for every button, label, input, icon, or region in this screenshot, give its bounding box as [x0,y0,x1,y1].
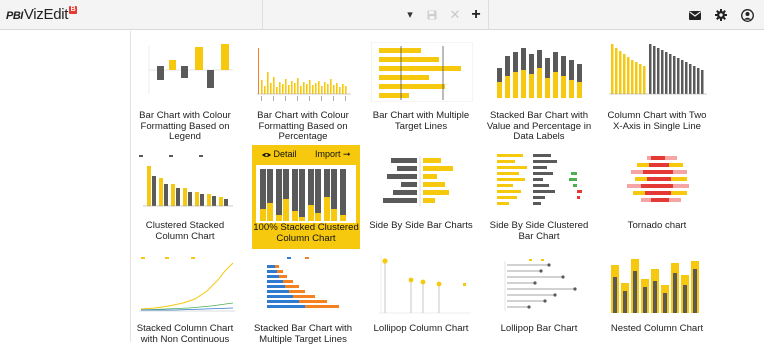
chart-card[interactable]: Lollipop Bar Chart [485,244,593,348]
arrow-right-icon: ➞ [343,149,351,159]
card-title: Side By Side Bar Charts [369,220,473,231]
caret-down-icon[interactable]: ▾ [401,0,419,30]
card-title: Lollipop Column Chart [373,323,469,334]
eye-icon [262,152,271,157]
chart-thumbnail [256,165,356,223]
logo-name: VizEdit [23,6,69,23]
chart-thumbnail [489,255,591,315]
chart-card[interactable]: Clustered Stacked Column Chart [131,141,239,245]
card-title: Lollipop Bar Chart [500,323,578,334]
card-title: Column Chart with Two X-Axis in Single L… [607,110,707,132]
plus-icon[interactable]: + [467,0,485,30]
chart-thumbnail [135,152,237,212]
chart-card[interactable]: Bar Chart with Colour Formatting Based o… [131,31,239,142]
chart-thumbnail [253,255,355,315]
gear-icon[interactable] [714,8,728,22]
chart-gallery: Bar Chart with Colour Formatting Based o… [130,31,764,344]
envelope-icon[interactable] [688,8,702,22]
import-link[interactable]: Import ➞ [315,149,351,160]
logo-badge: B [69,6,78,14]
chart-thumbnail [135,255,237,315]
chart-card[interactable]: Bar Chart with Multiple Target Lines [367,31,475,135]
chart-thumbnail [371,42,473,102]
card-title: Nested Column Chart [610,323,704,334]
import-label: Import [315,149,341,159]
card-title: 100% Stacked Clustered Column Chart [253,222,359,244]
card-title: Clustered Stacked Column Chart [145,220,225,242]
chart-thumbnail [489,42,591,102]
close-icon[interactable]: ✕ [446,0,464,30]
chart-thumbnail [489,152,591,212]
chart-thumbnail [607,152,709,212]
chart-card[interactable]: Tornado chart [603,141,711,245]
top-bar: PBI VizEdit B ▾ ✕ + [0,0,764,30]
card-hover-actions: Detail Import ➞ [252,147,360,163]
chart-card[interactable]: Side By Side Clustered Bar Chart [485,141,593,245]
chart-card[interactable]: Lollipop Column Chart [367,244,475,348]
chart-card[interactable]: Stacked Bar Chart with Multiple Target L… [249,244,357,348]
user-circle-icon[interactable] [740,8,754,22]
header-icons [688,0,754,30]
chart-card[interactable]: Side By Side Bar Charts [367,141,475,245]
chart-thumbnail [135,42,237,102]
card-title: Side By Side Clustered Bar Chart [489,220,589,242]
detail-link[interactable]: Detail [262,149,297,159]
logo-prefix: PBI [6,10,23,22]
chart-card[interactable]: Stacked Bar Chart with Value and Percent… [485,31,593,142]
chart-card[interactable]: Bar Chart with Colour Formatting Based o… [249,31,357,142]
save-icon[interactable] [423,0,441,30]
detail-label: Detail [273,149,297,159]
card-title: Bar Chart with Multiple Target Lines [372,110,470,132]
chart-card[interactable]: Nested Column Chart [603,244,711,348]
card-title: Stacked Bar Chart with Value and Percent… [486,110,592,142]
chart-card[interactable]: Stacked Column Chart with Non Continuous [131,244,239,348]
card-title: Bar Chart with Colour Formatting Based o… [257,110,349,142]
chart-card-selected[interactable]: Detail Import ➞ 100% Stacked Clustered C… [252,145,360,249]
chart-thumbnail [371,152,473,212]
chart-thumbnail [253,42,355,102]
toolbar: ▾ ✕ + [262,0,489,30]
card-title: Bar Chart with Colour Formatting Based o… [139,110,231,142]
card-title: Tornado chart [627,220,687,231]
chart-thumbnail [607,42,709,102]
chart-thumbnail [607,255,709,315]
app-logo[interactable]: PBI VizEdit B [6,6,78,24]
chart-card[interactable]: Column Chart with Two X-Axis in Single L… [603,31,711,135]
chart-thumbnail [371,255,473,315]
